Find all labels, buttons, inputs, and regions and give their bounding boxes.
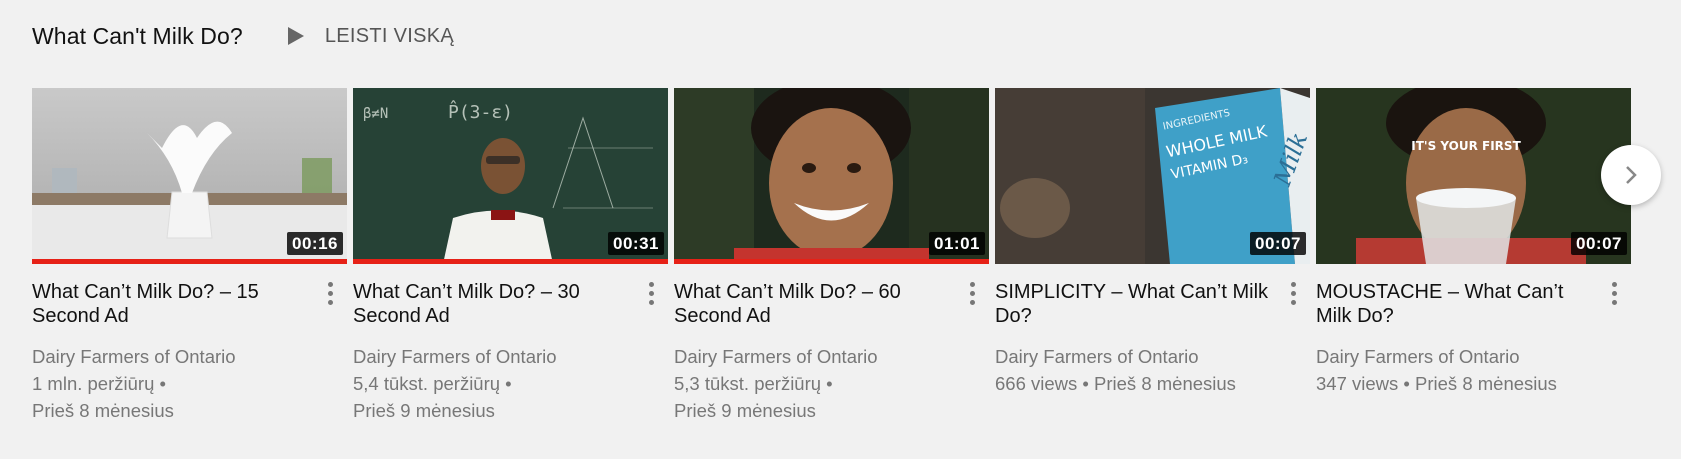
- video-thumbnail[interactable]: 01:01: [674, 88, 989, 264]
- play-all-label: LEISTI VISKĄ: [324, 24, 455, 47]
- channel-name[interactable]: Dairy Farmers of Ontario: [1316, 344, 1595, 370]
- view-count: 5,4 tūkst. peržiūrų: [353, 373, 501, 394]
- channel-name[interactable]: Dairy Farmers of Ontario: [674, 344, 953, 370]
- more-vert-icon[interactable]: [325, 282, 335, 308]
- view-count: 5,3 tūkst. peržiūrų: [674, 373, 822, 394]
- upload-age: Prieš 9 mėnesius: [353, 400, 495, 421]
- watch-progress-bar: [353, 259, 668, 264]
- video-duration: 01:01: [929, 232, 985, 255]
- next-button[interactable]: [1601, 145, 1661, 205]
- chevron-right-icon: [1626, 166, 1637, 184]
- view-count: 1 mln. peržiūrų: [32, 373, 155, 394]
- video-card[interactable]: INGREDIENTS WHOLE MILK VITAMIN D₃ Milk 0…: [995, 88, 1310, 397]
- shelf-title[interactable]: What Can't Milk Do?: [32, 23, 243, 50]
- upload-age: Prieš 9 mėnesius: [674, 400, 816, 421]
- upload-age: Prieš 8 mėnesius: [1415, 373, 1557, 394]
- channel-name[interactable]: Dairy Farmers of Ontario: [32, 344, 311, 370]
- play-icon: [287, 27, 304, 45]
- video-duration: 00:16: [287, 232, 343, 255]
- video-stats: 5,3 tūkst. peržiūrų •: [674, 373, 833, 394]
- video-thumbnail[interactable]: 00:16: [32, 88, 347, 264]
- chalk-text-2: P̂(3-ε): [448, 100, 513, 123]
- video-stats: 666 views • Prieš 8 mėnesius: [995, 373, 1236, 394]
- video-thumbnail[interactable]: β≠N P̂(3-ε) 00:31: [353, 88, 668, 264]
- watch-progress-bar: [674, 259, 989, 264]
- video-shelf: 00:16 What Can’t Milk Do? – 15 Second Ad…: [32, 88, 1632, 428]
- upload-age: Prieš 8 mėnesius: [1094, 373, 1236, 394]
- more-vert-icon[interactable]: [1288, 282, 1298, 308]
- thumbnail-caption: IT'S YOUR FIRST: [1411, 139, 1521, 153]
- video-stats: 5,4 tūkst. peržiūrų •: [353, 373, 512, 394]
- video-thumbnail[interactable]: INGREDIENTS WHOLE MILK VITAMIN D₃ Milk 0…: [995, 88, 1310, 264]
- shelf-header: What Can't Milk Do? LEISTI VISKĄ: [32, 18, 454, 54]
- video-thumbnail[interactable]: IT'S YOUR FIRST 00:07: [1316, 88, 1631, 264]
- upload-age: Prieš 8 mėnesius: [32, 400, 174, 421]
- video-title[interactable]: SIMPLICITY – What Can’t Milk Do?: [995, 280, 1274, 328]
- view-count: 347 views: [1316, 373, 1399, 394]
- video-stats: 347 views • Prieš 8 mėnesius: [1316, 373, 1557, 394]
- video-title[interactable]: What Can’t Milk Do? – 60 Second Ad: [674, 280, 953, 328]
- more-vert-icon[interactable]: [1609, 282, 1619, 308]
- video-duration: 00:07: [1571, 232, 1627, 255]
- video-title[interactable]: What Can’t Milk Do? – 15 Second Ad: [32, 280, 311, 328]
- video-duration: 00:31: [608, 232, 664, 255]
- channel-name[interactable]: Dairy Farmers of Ontario: [995, 344, 1274, 370]
- view-count: 666 views: [995, 373, 1078, 394]
- watch-progress-bar: [32, 259, 347, 264]
- video-stats: 1 mln. peržiūrų •: [32, 373, 166, 394]
- play-all-button[interactable]: LEISTI VISKĄ: [287, 25, 454, 48]
- more-vert-icon[interactable]: [967, 282, 977, 308]
- video-card[interactable]: 01:01 What Can’t Milk Do? – 60 Second Ad…: [674, 88, 989, 424]
- video-card[interactable]: IT'S YOUR FIRST 00:07 MOUSTACHE – What C…: [1316, 88, 1631, 397]
- video-duration: 00:07: [1250, 232, 1306, 255]
- video-card[interactable]: 00:16 What Can’t Milk Do? – 15 Second Ad…: [32, 88, 347, 424]
- channel-name[interactable]: Dairy Farmers of Ontario: [353, 344, 632, 370]
- video-title[interactable]: MOUSTACHE – What Can’t Milk Do?: [1316, 280, 1595, 328]
- video-card[interactable]: β≠N P̂(3-ε) 00:31 What Can’t Milk Do? – …: [353, 88, 668, 424]
- video-title[interactable]: What Can’t Milk Do? – 30 Second Ad: [353, 280, 632, 328]
- more-vert-icon[interactable]: [646, 282, 656, 308]
- chalk-text-1: β≠N: [363, 106, 388, 122]
